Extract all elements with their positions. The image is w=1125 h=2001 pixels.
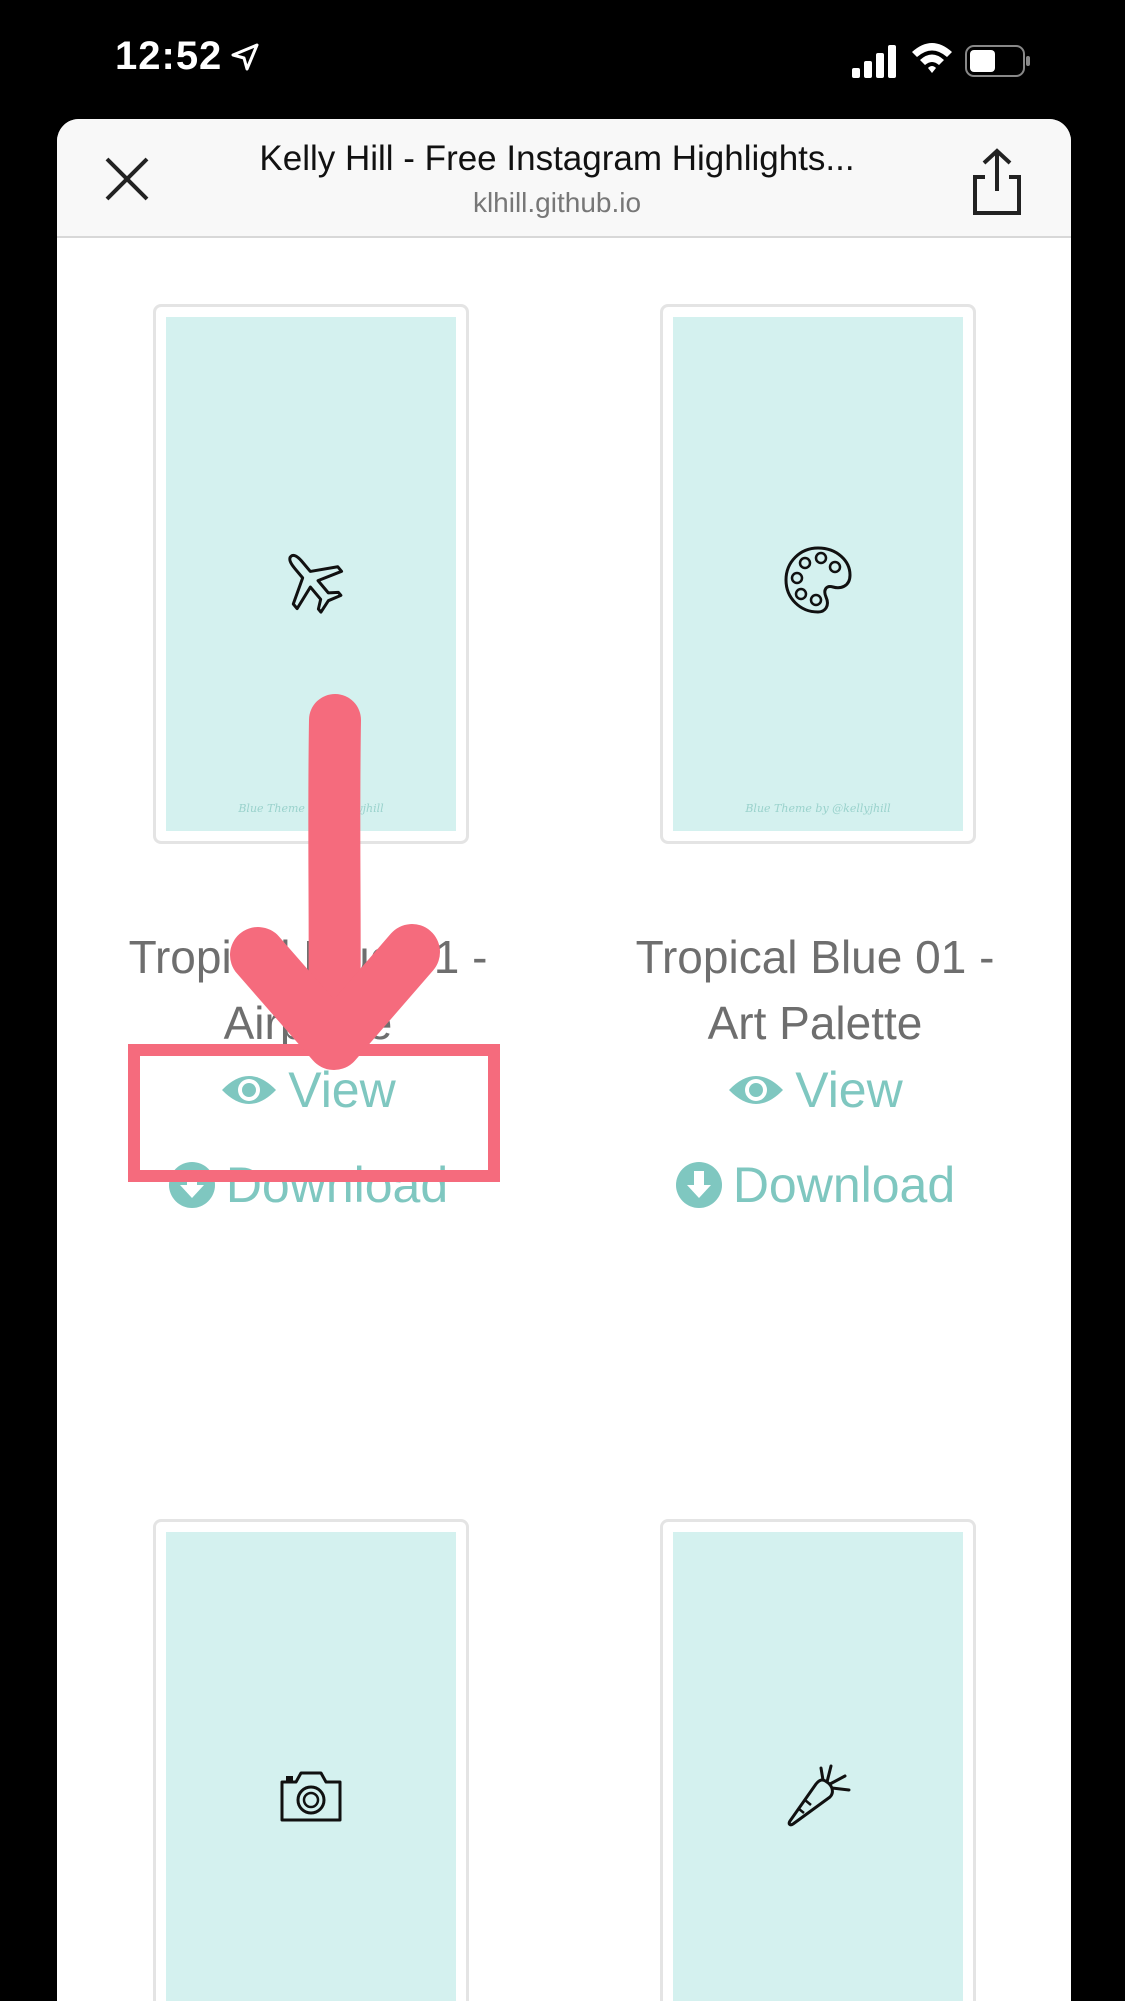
airplane-icon — [288, 553, 344, 614]
card-watermark: Blue Theme by @kellyjhill — [238, 802, 384, 815]
highlight-card-camera[interactable] — [153, 1519, 469, 2001]
share-icon[interactable] — [962, 147, 1032, 217]
view-label: View — [795, 1062, 903, 1118]
highlight-card-art-palette[interactable]: Blue Theme by @kellyjhill — [660, 304, 976, 844]
card-title-line2: Art Palette — [707, 997, 923, 1049]
download-circle-icon — [675, 1161, 722, 1208]
card-title-line1: Tropical Blue 01 - — [128, 931, 488, 983]
status-time: 12:52 — [115, 34, 223, 78]
card-title-art-palette: Tropical Blue 01 - Art Palette — [580, 924, 1050, 1056]
annotation-highlight-box — [128, 1044, 500, 1182]
page-title: Kelly Hill - Free Instagram Highlights..… — [259, 139, 855, 178]
close-icon[interactable] — [97, 149, 157, 209]
highlight-card-airplane[interactable]: Blue Theme by @kellyjhill — [153, 304, 469, 844]
highlight-card-carrot[interactable] — [660, 1519, 976, 2001]
cellular-signal-icon — [852, 45, 896, 78]
palette-icon — [784, 546, 852, 614]
card-watermark: Blue Theme by @kellyjhill — [745, 802, 891, 815]
card-preview — [673, 1532, 963, 2001]
download-label: Download — [732, 1157, 956, 1213]
location-arrow-icon — [231, 43, 259, 71]
browser-nav-bar: Kelly Hill - Free Instagram Highlights..… — [57, 119, 1071, 238]
card-title-airplane: Tropical Blue 01 - Airplane — [73, 924, 543, 1056]
carrot-icon — [787, 1764, 851, 1827]
page-url: klhill.github.io — [472, 187, 642, 218]
camera-icon — [280, 1771, 342, 1822]
card-title-line1: Tropical Blue 01 - — [635, 931, 995, 983]
wifi-icon — [912, 43, 952, 73]
card-preview: Blue Theme by @kellyjhill — [673, 317, 963, 831]
eye-icon — [729, 1075, 784, 1104]
status-bar: 12:52 — [0, 0, 1125, 118]
battery-icon — [965, 45, 1030, 77]
card-preview: Blue Theme by @kellyjhill — [166, 317, 456, 831]
card-preview — [166, 1532, 456, 2001]
view-button-art-palette[interactable]: View — [580, 1061, 1050, 1119]
download-button-art-palette[interactable]: Download — [580, 1156, 1050, 1214]
